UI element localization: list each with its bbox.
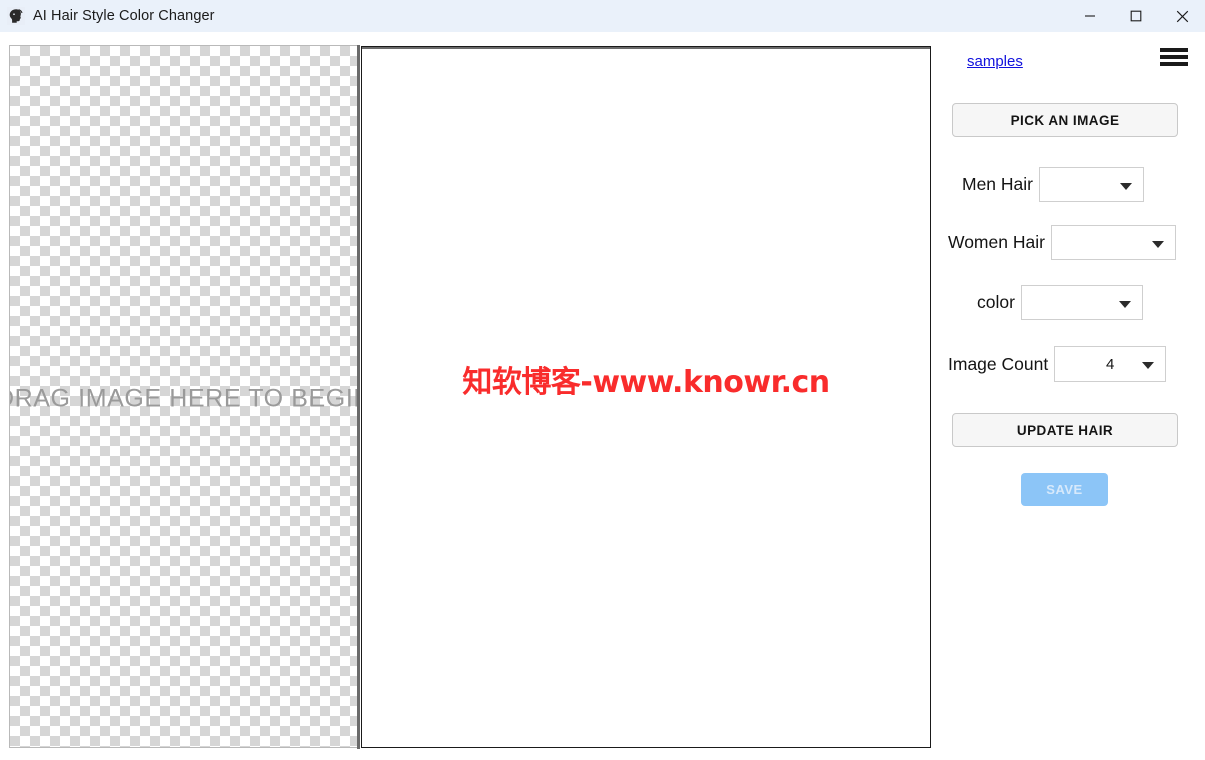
image-drop-area[interactable]: DRAG IMAGE HERE TO BEGIN xyxy=(9,45,359,748)
hamburger-bar-3 xyxy=(1160,62,1188,66)
hamburger-bar-2 xyxy=(1160,55,1188,59)
control-panel: samples PICK AN IMAGE UPDATE HAIR SAVE xyxy=(934,32,1205,760)
color-select[interactable] xyxy=(1020,285,1143,320)
title-bar: AI Hair Style Color Changer xyxy=(0,0,1205,32)
chevron-down-icon xyxy=(1120,182,1132,190)
women-hair-select[interactable] xyxy=(1050,225,1176,260)
color-row: color xyxy=(977,285,1143,320)
close-icon xyxy=(1176,10,1188,22)
maximize-button[interactable] xyxy=(1113,0,1159,32)
image-count-row: Image Count 4 xyxy=(948,346,1167,382)
panel-divider xyxy=(357,45,360,749)
image-count-label: Image Count xyxy=(948,353,1049,374)
men-hair-label: Men Hair xyxy=(962,174,1033,194)
head-silhouette-icon xyxy=(7,7,25,25)
men-hair-select[interactable] xyxy=(1039,167,1144,202)
image-count-select[interactable]: 4 xyxy=(1054,346,1167,382)
canvas-top-shade xyxy=(362,47,930,49)
update-hair-button[interactable]: UPDATE HAIR xyxy=(952,413,1178,447)
preview-canvas[interactable]: 知软博客-www.knowr.cn xyxy=(361,46,931,748)
color-label: color xyxy=(977,292,1015,312)
save-button[interactable]: SAVE xyxy=(1021,473,1108,506)
image-count-value: 4 xyxy=(1106,355,1115,373)
chevron-down-icon xyxy=(1118,300,1131,308)
chevron-down-icon xyxy=(1142,362,1155,369)
window-controls xyxy=(1067,0,1205,32)
hamburger-bar-1 xyxy=(1160,48,1188,52)
chevron-down-icon xyxy=(1151,240,1164,248)
window-title: AI Hair Style Color Changer xyxy=(33,8,215,24)
application-window: AI Hair Style Color Changer DRAG IMAGE H… xyxy=(0,0,1205,760)
drop-area-placeholder: DRAG IMAGE HERE TO BEGIN xyxy=(9,384,359,413)
women-hair-row: Women Hair xyxy=(948,225,1176,260)
samples-link[interactable]: samples xyxy=(967,53,1023,70)
close-button[interactable] xyxy=(1159,0,1205,32)
hamburger-menu-icon[interactable] xyxy=(1160,46,1188,68)
minimize-button[interactable] xyxy=(1067,0,1113,32)
minimize-icon xyxy=(1085,15,1095,17)
women-hair-label: Women Hair xyxy=(948,232,1045,252)
men-hair-row: Men Hair xyxy=(962,167,1144,202)
watermark-text: 知软博客-www.knowr.cn xyxy=(462,365,830,400)
maximize-icon xyxy=(1130,10,1142,22)
pick-an-image-button[interactable]: PICK AN IMAGE xyxy=(952,103,1178,137)
